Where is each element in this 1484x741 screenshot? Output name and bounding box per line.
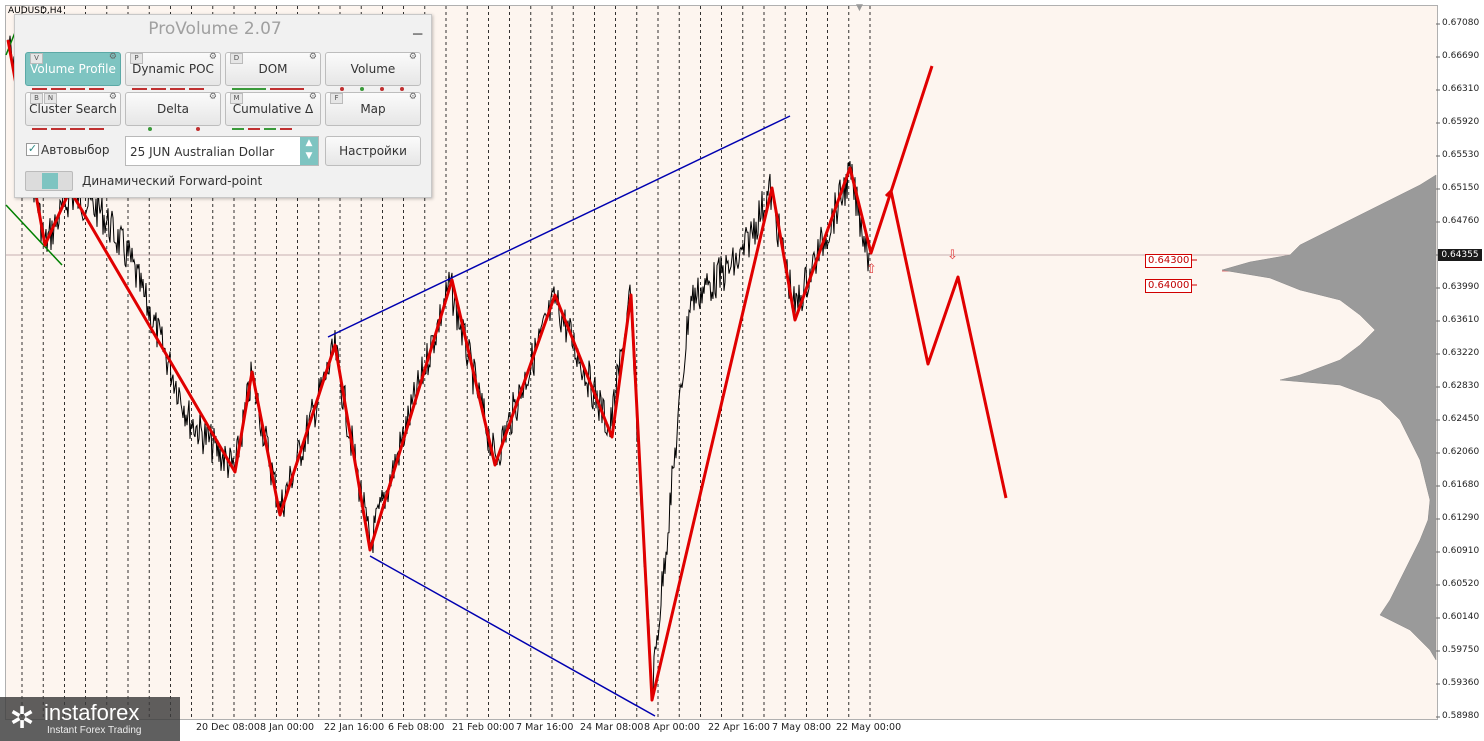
indicator-dashes [132,78,214,90]
gear-icon[interactable]: ⚙ [309,52,317,62]
price-tick-label: 0.63610 [1442,315,1480,325]
toggle-knob[interactable] [42,173,58,189]
time-tick-label: 6 Feb 08:00 [388,722,445,733]
indicator-dots [332,78,414,91]
button-label: Volume Profile [30,62,116,76]
volume-profile-button[interactable]: V ⚙ Volume Profile [25,52,121,90]
forward-point-toggle[interactable] [25,171,73,191]
volume-profile-histogram [1221,174,1437,661]
indicator-dashes [32,78,114,90]
price-tick-label: 0.60140 [1442,612,1480,622]
button-label: Map [360,102,386,116]
button-label: DOM [258,62,288,76]
time-tick-label: 21 Feb 00:00 [452,722,515,733]
provolume-panel[interactable]: ProVolume 2.07 ▁ V ⚙ Volume Profile P ⚙ … [14,14,432,198]
price-tick-label: 0.62060 [1442,447,1480,457]
price-tick-label: 0.60520 [1442,579,1480,589]
minimize-button[interactable]: ▁ [413,22,425,34]
price-tick-label: 0.59360 [1442,678,1480,688]
gear-icon[interactable]: ⚙ [109,92,117,102]
indicator-dashes [32,118,114,130]
cluster-search-button[interactable]: B N ⚙ Cluster Search [25,92,121,130]
button-label: Volume [350,62,396,76]
time-tick-label: 22 May 00:00 [836,722,902,733]
button-label: Cluster Search [29,102,117,116]
dom-button[interactable]: D ⚙ DOM [225,52,321,90]
current-price-label: 0.64355 [1438,249,1482,261]
delta-button[interactable]: ⚙ Delta [125,92,221,131]
time-tick-label: 22 Jan 16:00 [324,722,385,733]
instaforex-logo: ✲ instaforex Instant Forex Trading [0,697,180,741]
volume-button[interactable]: ⚙ Volume [325,52,421,91]
button-label: Delta [156,102,189,116]
price-tick-label: 0.66310 [1442,84,1480,94]
gear-logo-icon: ✲ [9,701,35,736]
price-tick-label: 0.58980 [1442,711,1480,721]
price-tick-label: 0.65920 [1442,117,1480,127]
zigzag-projection-line [884,189,1008,499]
chart-window[interactable]: ⇧ ⇩ ▼ AUDUSD,H4 0.67080 0.66690 0.66310 0.659… [0,0,1484,741]
indicator-dots [132,118,214,131]
price-tick-label: 0.65530 [1442,150,1480,160]
gear-icon[interactable]: ⚙ [109,52,117,62]
map-button[interactable]: F ⚙ Map [325,92,421,126]
cumulative-delta-button[interactable]: M ⚙ Cumulative Δ [225,92,321,130]
time-tick-label: 8 Jan 00:00 [260,722,315,733]
price-tick-label: 0.62830 [1442,381,1480,391]
time-tick-label: 8 Apr 00:00 [644,722,700,733]
time-tick-label: 24 Mar 08:00 [580,722,644,733]
price-tick-label: 0.64760 [1442,216,1480,226]
autoselect-checkbox[interactable]: ✓ [26,143,39,156]
shift-marker-icon: ▼ [856,3,863,13]
contract-select-value: 25 JUN Australian Dollar [130,145,275,159]
contract-select[interactable]: 25 JUN Australian Dollar ▲ ▼ [125,136,319,166]
dynamic-poc-button[interactable]: P ⚙ Dynamic POC [125,52,221,90]
indicator-dashes [232,78,314,90]
gear-icon[interactable]: ⚙ [409,52,417,62]
gear-icon[interactable]: ⚙ [409,92,417,102]
time-tick-label: 20 Dec 08:00 [196,722,260,733]
button-label: Dynamic POC [132,62,214,76]
gear-icon[interactable]: ⚙ [209,92,217,102]
settings-button-label: Настройки [339,144,407,158]
gear-icon[interactable]: ⚙ [209,52,217,62]
gear-icon[interactable]: ⚙ [309,92,317,102]
panel-title: ProVolume 2.07 [148,19,282,39]
level-label-upper: 0.64300 [1145,254,1193,268]
time-tick-label: 22 Apr 16:00 [708,722,770,733]
price-tick-label: 0.63220 [1442,348,1480,358]
price-tick-label: 0.65150 [1442,183,1480,193]
price-tick-label: 0.61680 [1442,480,1480,490]
button-label: Cumulative Δ [232,102,314,116]
logo-brand: instaforex [44,700,140,725]
time-tick-label: 7 May 08:00 [772,722,832,733]
forward-point-label: Динамический Forward-point [82,174,263,188]
price-tick-label: 0.61290 [1442,513,1480,523]
price-tick-label: 0.67080 [1442,18,1480,28]
price-tick-label: 0.62450 [1442,414,1480,424]
price-tick-label: 0.66690 [1442,51,1480,61]
up-arrow-icon: ⇧ [866,262,877,277]
price-tick-label: 0.59750 [1442,645,1480,655]
logo-tagline: Instant Forex Trading [47,725,142,736]
price-tick-label: 0.63990 [1442,282,1480,292]
down-arrow-icon: ⇩ [947,248,958,263]
time-tick-label: 7 Mar 16:00 [516,722,574,733]
level-label-lower: 0.64000 [1145,279,1193,293]
channel-lower-line [369,555,656,717]
autoselect-label: Автовыбор [41,143,110,157]
indicator-dashes [232,118,314,130]
price-tick-label: 0.60910 [1442,546,1480,556]
spinner-arrows-icon[interactable]: ▲ ▼ [300,137,318,165]
settings-button[interactable]: Настройки [325,136,421,166]
